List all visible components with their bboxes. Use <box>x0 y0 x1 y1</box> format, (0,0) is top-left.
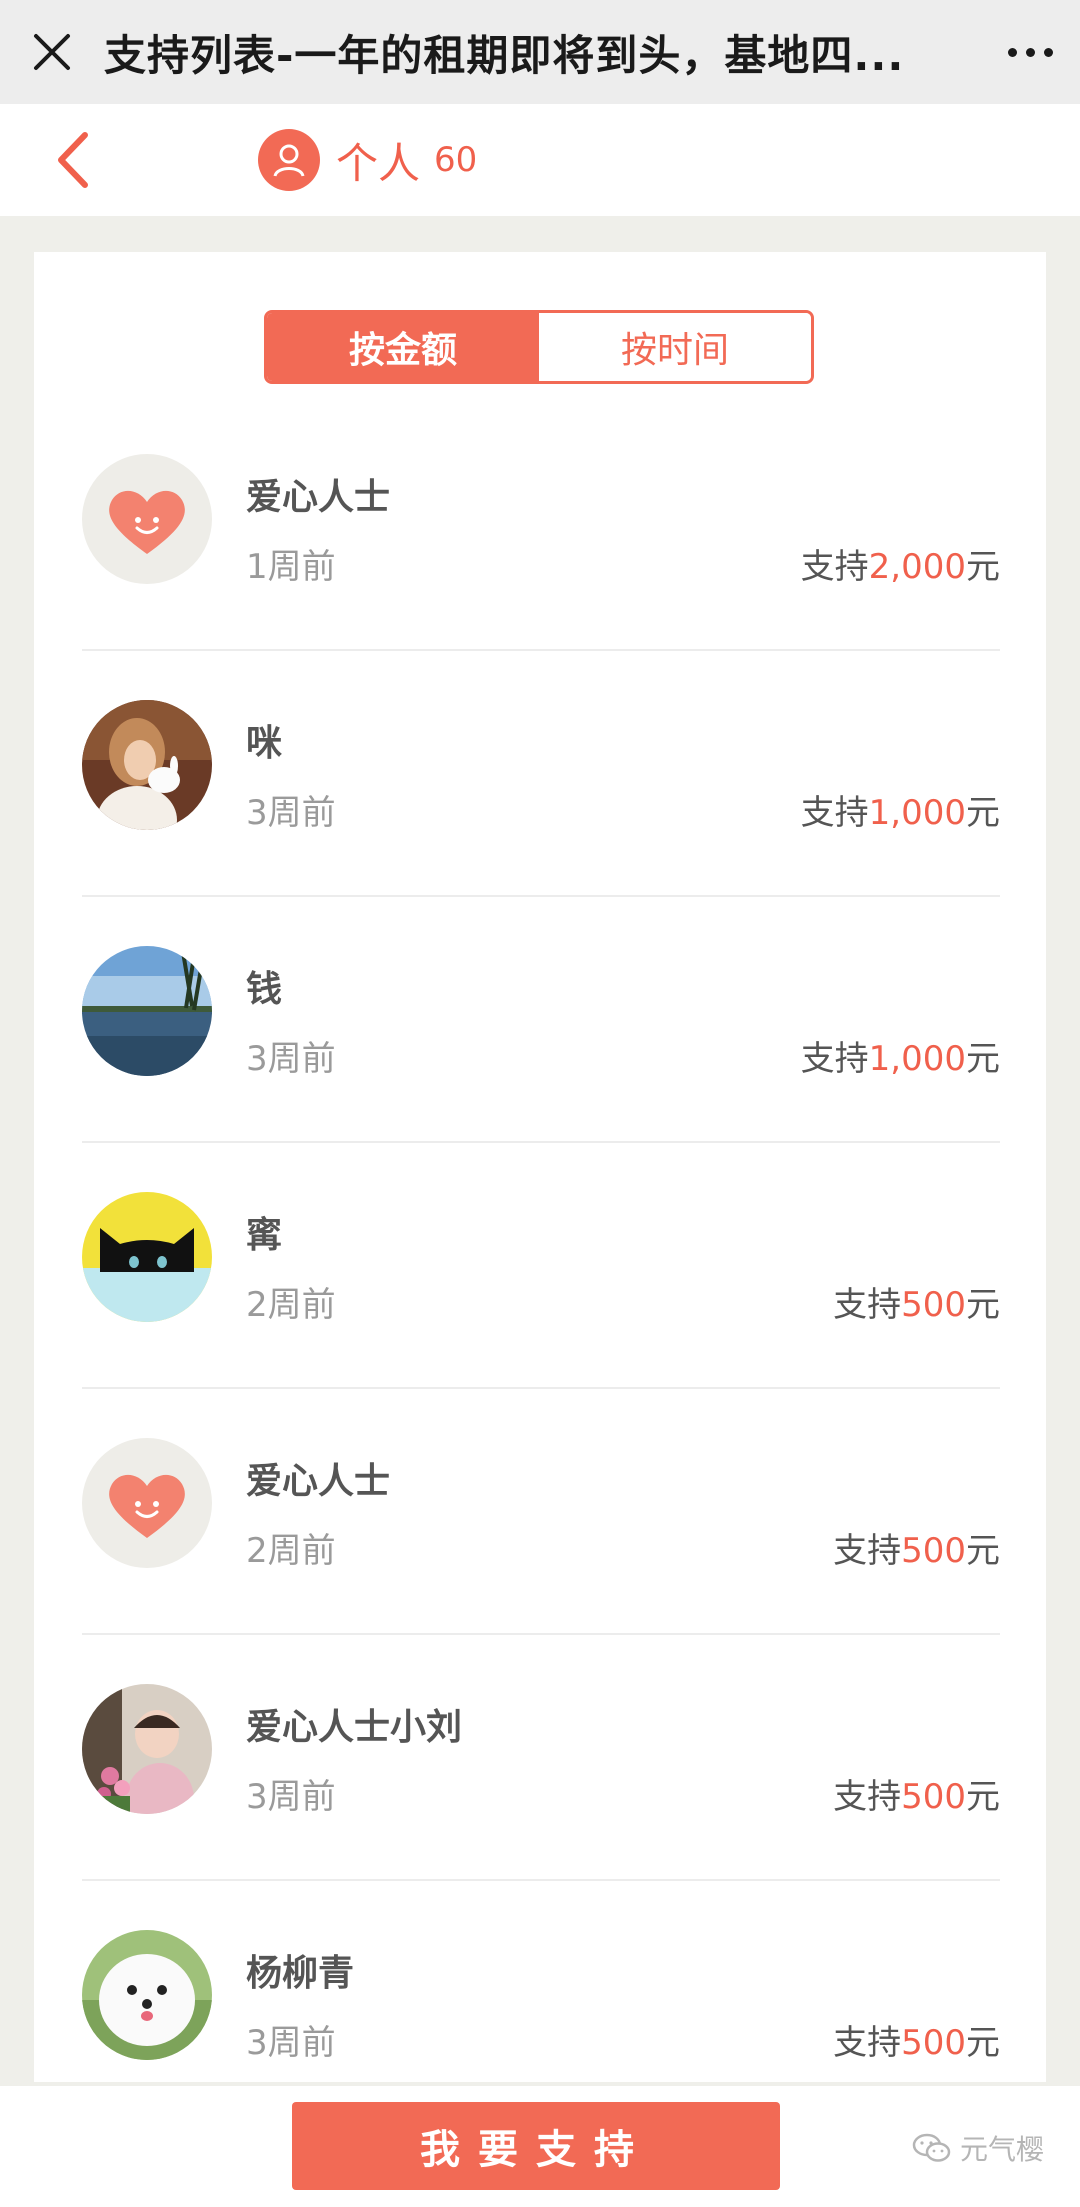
girl-bunny-photo <box>82 700 212 830</box>
support-amount: 支持500元 <box>833 1531 1000 1571</box>
list-item[interactable]: 咪 3周前 支持1,000元 <box>82 650 1000 897</box>
bottom-bar: 我要支持 元气樱 <box>0 2086 1080 2207</box>
person-icon <box>258 129 320 191</box>
lake-photo <box>82 946 212 1076</box>
supporter-name: 爱心人士 <box>246 477 391 518</box>
tab-sort-by-time[interactable]: 按时间 <box>539 313 811 381</box>
supporter-list: 爱心人士 1周前 支持2,000元 咪 3周前 支持1,000元 钱 3周前 支… <box>82 404 1000 2126</box>
support-time: 2周前 <box>246 1285 336 1325</box>
header-label: 个人 <box>336 138 421 188</box>
heart-avatar <box>82 454 212 584</box>
watermark-text: 元气樱 <box>959 2133 1044 2166</box>
title-bar: 支持列表-一年的租期即将到头，基地四... <box>0 0 1080 104</box>
heart-avatar <box>82 1438 212 1568</box>
black-cat-avatar <box>82 1192 212 1322</box>
support-time: 3周前 <box>246 1777 336 1817</box>
support-amount: 支持500元 <box>833 2023 1000 2063</box>
back-arrow-icon[interactable] <box>42 124 102 196</box>
child-flowers-photo <box>82 1684 212 1814</box>
support-time: 3周前 <box>246 793 336 833</box>
tab-sort-by-amount[interactable]: 按金额 <box>267 313 539 381</box>
list-item[interactable]: 爱心人士 2周前 支持500元 <box>82 1388 1000 1635</box>
list-item[interactable]: 钱 3周前 支持1,000元 <box>82 896 1000 1143</box>
support-amount: 支持500元 <box>833 1285 1000 1325</box>
support-amount: 支持2,000元 <box>800 547 1000 587</box>
support-amount: 支持1,000元 <box>800 1039 1000 1079</box>
supporter-count: 60 <box>434 140 478 180</box>
support-button[interactable]: 我要支持 <box>292 2102 780 2190</box>
sort-toggle: 按金额 按时间 <box>264 310 814 384</box>
list-item[interactable]: 寗 2周前 支持500元 <box>82 1142 1000 1389</box>
page-title: 支持列表-一年的租期即将到头，基地四... <box>104 30 905 80</box>
supporter-list-card: 按金额 按时间 爱心人士 1周前 支持2,000元 咪 3周前 支持1,000元… <box>34 252 1046 2082</box>
supporter-name: 钱 <box>246 969 283 1010</box>
support-time: 1周前 <box>246 547 336 587</box>
support-time: 3周前 <box>246 2023 336 2063</box>
supporter-name: 爱心人士 <box>246 1461 391 1502</box>
supporter-name: 咪 <box>246 723 283 764</box>
support-time: 3周前 <box>246 1039 336 1079</box>
supporter-name: 寗 <box>246 1215 283 1256</box>
white-dog-photo <box>82 1930 212 2060</box>
supporter-name: 杨柳青 <box>246 1953 355 1994</box>
supporter-type-header: 个人 60 <box>258 124 477 196</box>
list-item[interactable]: 爱心人士小刘 3周前 支持500元 <box>82 1634 1000 1881</box>
watermark: 元气樱 <box>912 2128 1044 2168</box>
close-icon[interactable] <box>0 0 104 104</box>
list-header: 个人 60 <box>0 104 1080 216</box>
more-options-icon[interactable] <box>980 0 1080 104</box>
support-time: 2周前 <box>246 1531 336 1571</box>
support-amount: 支持1,000元 <box>800 793 1000 833</box>
wechat-icon <box>912 2133 951 2162</box>
supporter-name: 爱心人士小刘 <box>246 1707 463 1748</box>
support-amount: 支持500元 <box>833 1777 1000 1817</box>
list-item[interactable]: 爱心人士 1周前 支持2,000元 <box>82 404 1000 651</box>
